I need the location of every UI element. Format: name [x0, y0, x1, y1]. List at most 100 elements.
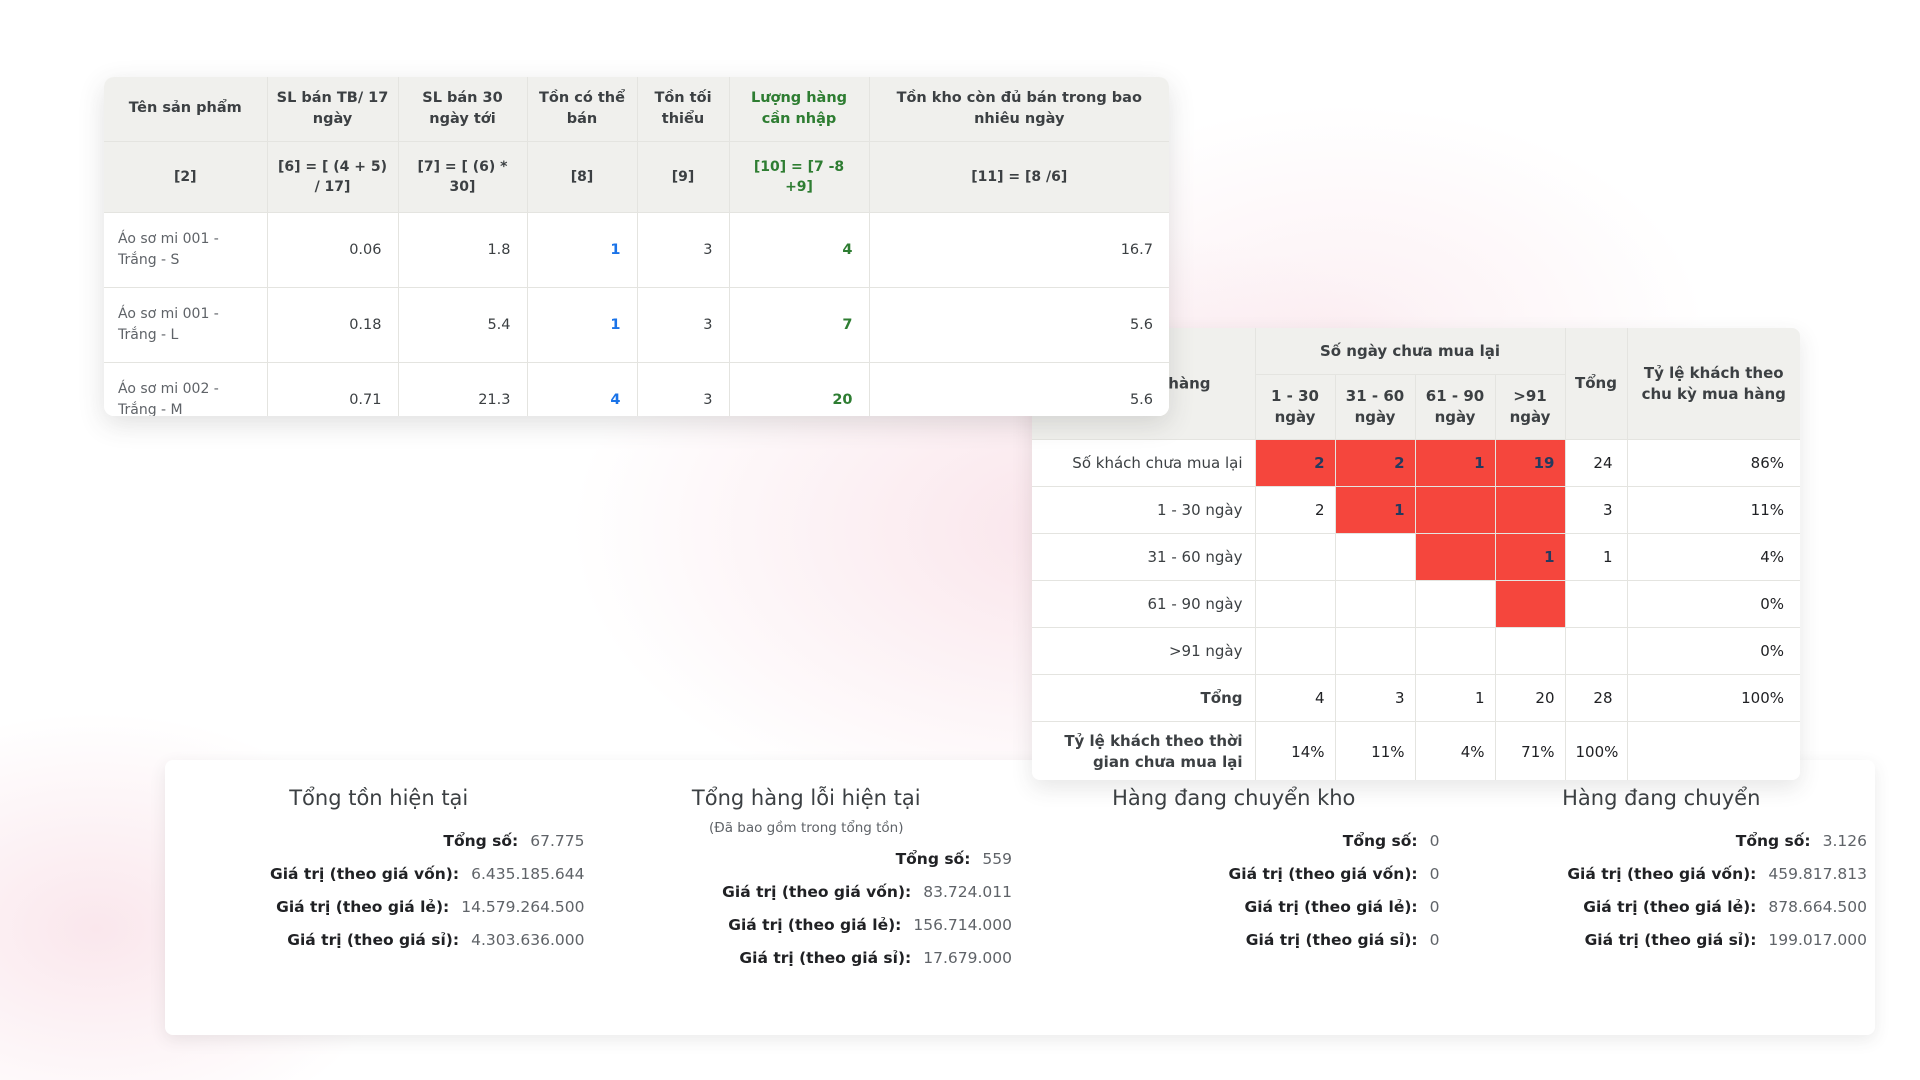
row-label: 1 - 30 ngày: [1032, 487, 1255, 534]
cell: 2: [1335, 440, 1415, 487]
total-cell: 24: [1565, 440, 1627, 487]
cell: 71%: [1495, 722, 1565, 781]
summary-value: 83.724.011: [923, 883, 1012, 901]
available-stock-cell: 4: [527, 363, 637, 417]
days-of-stock-cell: 5.6: [869, 363, 1169, 417]
summary-row: Giá trị (theo giá lẻ): 878.664.500: [1456, 898, 1868, 931]
formula-days-of-stock: [11] = [8 /6]: [869, 142, 1169, 213]
avg-sales-cell: 0.71: [267, 363, 398, 417]
column-header-restock-needed: Lượng hàng cần nhập: [729, 77, 869, 142]
column-header-over-91-days: >91 ngày: [1495, 375, 1565, 440]
summary-label: Giá trị (theo giá lẻ):: [728, 916, 901, 934]
column-header-available-stock: Tồn có thể bán: [527, 77, 637, 142]
summary-value: 0: [1430, 865, 1440, 883]
total-cell: [1565, 581, 1627, 628]
available-stock-cell: 1: [527, 213, 637, 288]
column-header-1-30-days: 1 - 30 ngày: [1255, 375, 1335, 440]
table-row: 1 - 30 ngày 2 1 3 11%: [1032, 487, 1800, 534]
summary-value: 559: [982, 850, 1012, 868]
total-cell: 100%: [1565, 722, 1627, 781]
summary-value: 0: [1430, 898, 1440, 916]
summary-row: Giá trị (theo giá vốn): 459.817.813: [1456, 865, 1868, 898]
summary-label: Tổng số:: [1736, 832, 1811, 850]
summary-row: Giá trị (theo giá vốn): 0: [1028, 865, 1440, 898]
cell: [1335, 628, 1415, 675]
section-title: Hàng đang chuyển kho: [1028, 786, 1440, 810]
section-title: Tổng hàng lỗi hiện tại: [601, 786, 1013, 810]
column-header-avg-sales-17d: SL bán TB/ 17 ngày: [267, 77, 398, 142]
summary-label: Giá trị (theo giá vốn):: [722, 883, 911, 901]
cell: 11%: [1335, 722, 1415, 781]
summary-row: Tổng số: 0: [1028, 832, 1440, 865]
summary-value: 156.714.000: [913, 916, 1012, 934]
table-row: 31 - 60 ngày 1 1 4%: [1032, 534, 1800, 581]
ratio-cell: 11%: [1627, 487, 1800, 534]
summary-label: Giá trị (theo giá vốn):: [1567, 865, 1756, 883]
summary-row: Giá trị (theo giá sỉ): 0: [1028, 931, 1440, 964]
section-title: Tổng tồn hiện tại: [173, 786, 585, 810]
inventory-forecast-card: Tên sản phẩm SL bán TB/ 17 ngày SL bán 3…: [104, 77, 1169, 416]
cell: [1415, 581, 1495, 628]
summary-row: Tổng số: 559: [601, 850, 1013, 883]
cell: 20: [1495, 675, 1565, 722]
cell: [1495, 581, 1565, 628]
summary-row: Tổng số: 67.775: [173, 832, 585, 865]
summary-value: 0: [1430, 832, 1440, 850]
cell: [1335, 534, 1415, 581]
inventory-forecast-table: Tên sản phẩm SL bán TB/ 17 ngày SL bán 3…: [104, 77, 1169, 416]
summary-label: Giá trị (theo giá lẻ):: [276, 898, 449, 916]
avg-sales-cell: 0.06: [267, 213, 398, 288]
sales-next-30d-cell: 5.4: [398, 288, 527, 363]
total-row: Tổng 4 3 1 20 28 100%: [1032, 675, 1800, 722]
summary-label: Giá trị (theo giá sỉ):: [1585, 931, 1757, 949]
table-row: >91 ngày 0%: [1032, 628, 1800, 675]
summary-row: Giá trị (theo giá sỉ): 17.679.000: [601, 949, 1013, 982]
table-row: Số khách chưa mua lại 2 2 1 19 24 86%: [1032, 440, 1800, 487]
summary-label: Giá trị (theo giá vốn):: [270, 865, 459, 883]
restock-needed-cell: 4: [729, 213, 869, 288]
summary-value: 4.303.636.000: [471, 931, 584, 949]
summary-section-defective-stock: Tổng hàng lỗi hiện tại (Đã bao gồm trong…: [593, 786, 1021, 1035]
ratio-cell: 0%: [1627, 628, 1800, 675]
row-label: Tỷ lệ khách theo thời gian chưa mua lại: [1032, 722, 1255, 781]
summary-value: 14.579.264.500: [461, 898, 584, 916]
summary-label: Giá trị (theo giá lẻ):: [1245, 898, 1418, 916]
summary-row: Giá trị (theo giá sỉ): 199.017.000: [1456, 931, 1868, 964]
cell: [1255, 534, 1335, 581]
restock-needed-cell: 20: [729, 363, 869, 417]
cell: 19: [1495, 440, 1565, 487]
section-note: (Đã bao gồm trong tổng tồn): [601, 820, 1013, 836]
inventory-header-row: Tên sản phẩm SL bán TB/ 17 ngày SL bán 3…: [104, 77, 1169, 142]
row-label: 61 - 90 ngày: [1032, 581, 1255, 628]
summary-value: 3.126: [1823, 832, 1867, 850]
column-header-61-90-days: 61 - 90 ngày: [1415, 375, 1495, 440]
summary-section-current-stock: Tổng tồn hiện tại Tổng số: 67.775 Giá tr…: [165, 786, 593, 1035]
summary-label: Giá trị (theo giá sỉ):: [287, 931, 459, 949]
total-cell: 28: [1565, 675, 1627, 722]
column-header-31-60-days: 31 - 60 ngày: [1335, 375, 1415, 440]
inventory-dashboard-canvas: Tên sản phẩm SL bán TB/ 17 ngày SL bán 3…: [0, 0, 1920, 1080]
summary-row: Giá trị (theo giá lẻ): 14.579.264.500: [173, 898, 585, 931]
cell: [1255, 581, 1335, 628]
days-of-stock-cell: 16.7: [869, 213, 1169, 288]
formula-restock-needed: [10] = [7 -8 +9]: [729, 142, 869, 213]
summary-value: 17.679.000: [923, 949, 1012, 967]
cell: [1415, 534, 1495, 581]
formula-min-stock: [9]: [637, 142, 729, 213]
row-label: 31 - 60 ngày: [1032, 534, 1255, 581]
ratio-cell: 86%: [1627, 440, 1800, 487]
cell: 4: [1255, 675, 1335, 722]
table-row: Áo sơ mi 002 - Trắng - M 0.71 21.3 4 3 2…: [104, 363, 1169, 417]
available-stock-cell: 1: [527, 288, 637, 363]
summary-label: Giá trị (theo giá sỉ):: [739, 949, 911, 967]
table-row: Áo sơ mi 001 - Trắng - S 0.06 1.8 1 3 4 …: [104, 213, 1169, 288]
min-stock-cell: 3: [637, 288, 729, 363]
cell: 1: [1415, 440, 1495, 487]
summary-label: Tổng số:: [443, 832, 518, 850]
summary-value: 199.017.000: [1768, 931, 1867, 949]
ratio-row: Tỷ lệ khách theo thời gian chưa mua lại …: [1032, 722, 1800, 781]
summary-row: Giá trị (theo giá vốn): 6.435.185.644: [173, 865, 585, 898]
total-cell: 1: [1565, 534, 1627, 581]
product-name-cell: Áo sơ mi 001 - Trắng - L: [104, 288, 267, 363]
cell: 2: [1255, 487, 1335, 534]
